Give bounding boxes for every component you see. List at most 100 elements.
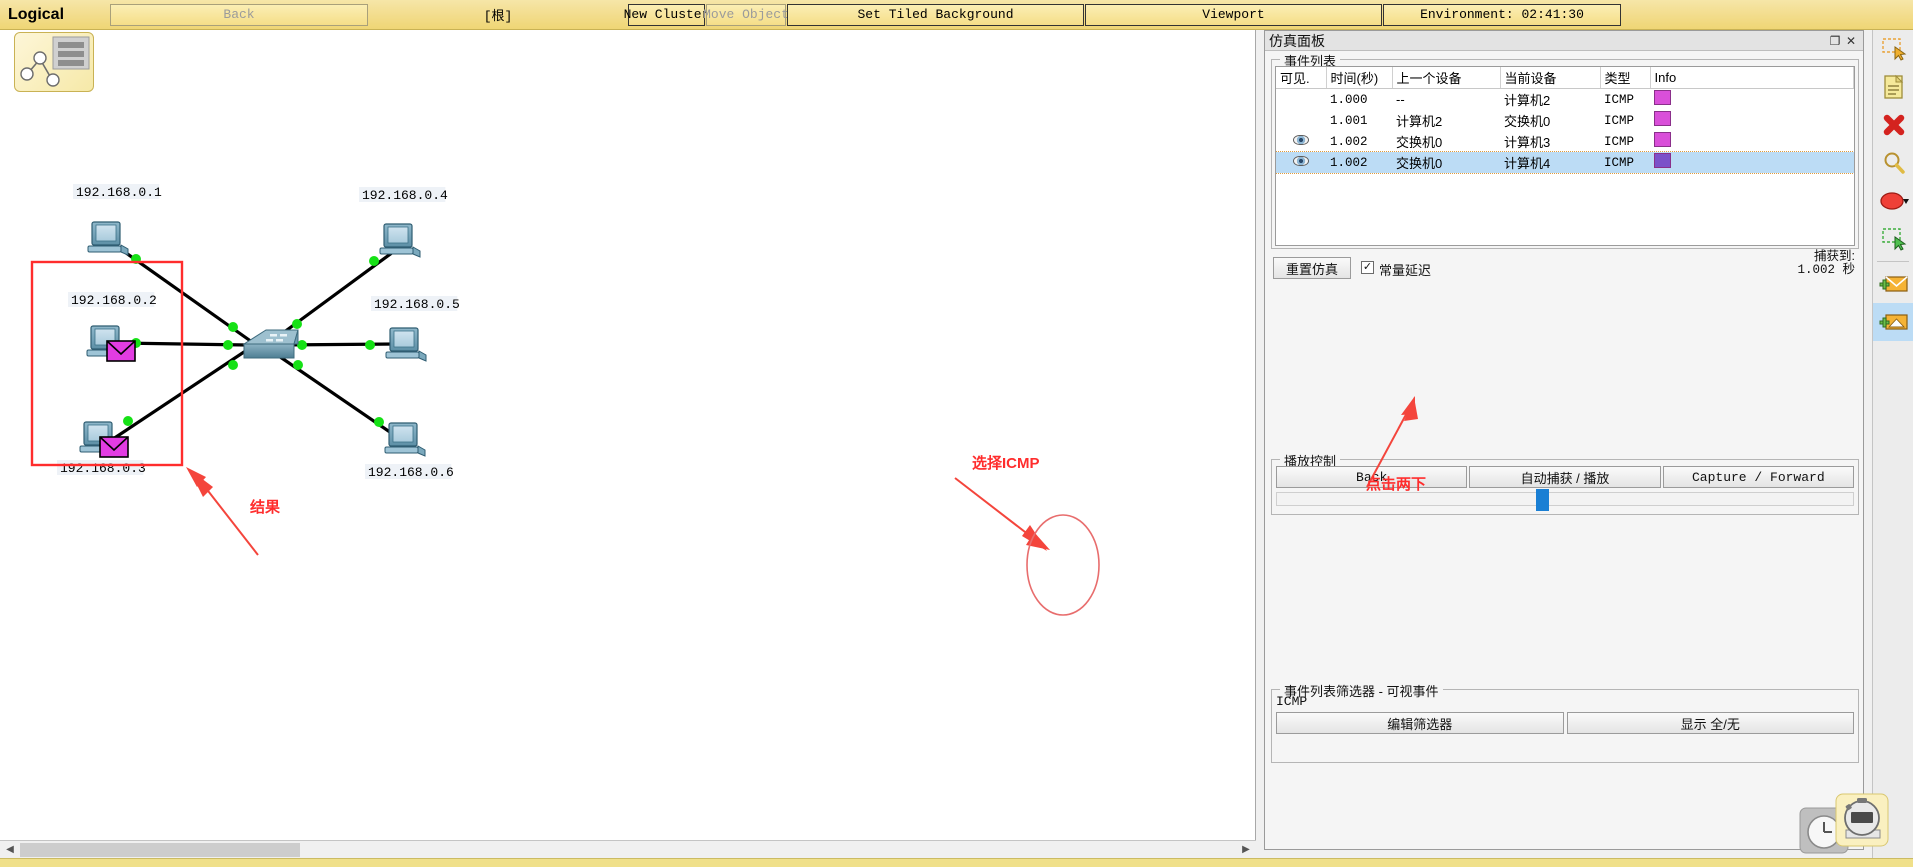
- simple-pdu-icon[interactable]: [1873, 265, 1913, 303]
- scroll-left-arrow[interactable]: ◀: [0, 840, 20, 859]
- device-ip-label: 192.168.0.3: [60, 461, 146, 476]
- pdu-envelope-icon: [99, 436, 129, 458]
- inspect-zoom-icon[interactable]: [1873, 144, 1913, 182]
- event-column-header[interactable]: Info: [1650, 67, 1854, 89]
- workspace-horizontal-scrollbar[interactable]: ◀ ▶: [0, 840, 1256, 859]
- event-current-device-cell: 计算机2: [1504, 93, 1551, 108]
- device-pc2[interactable]: [79, 421, 129, 458]
- event-last-device-cell: 交换机0: [1396, 156, 1443, 171]
- select-icon[interactable]: [1873, 30, 1913, 68]
- event-last-device-cell: 计算机2: [1396, 114, 1443, 129]
- event-column-header[interactable]: 可见.: [1276, 67, 1327, 89]
- device-ip-label: 192.168.0.4: [362, 188, 448, 203]
- device-pc5[interactable]: [384, 422, 426, 457]
- reset-row: 重置仿真 ✓ 常量延迟 捕获到: 1.002 秒: [1273, 249, 1857, 283]
- captured-to-label: 捕获到:: [1814, 249, 1855, 263]
- event-info-cell: [1650, 131, 1854, 152]
- device-pc1[interactable]: [86, 325, 136, 362]
- event-type-cell: ICMP: [1604, 134, 1635, 149]
- event-list-group: 事件列表 可见. 时间(秒) 上一个设备 当前设备 类型 Info 1.000 -- 计算机2…: [1271, 51, 1859, 249]
- root-breadcrumb[interactable]: [根]: [369, 4, 627, 26]
- event-row[interactable]: 1.001 计算机2 交换机0 ICMP: [1276, 110, 1854, 131]
- move-object-button[interactable]: Move Object: [703, 3, 789, 26]
- event-current-device-cell: 计算机3: [1504, 135, 1551, 150]
- event-row[interactable]: 1.000 -- 计算机2 ICMP: [1276, 89, 1854, 111]
- event-info-cell: [1650, 152, 1854, 173]
- inspect-note-icon[interactable]: [1873, 68, 1913, 106]
- set-tiled-background-button[interactable]: Set Tiled Background: [787, 3, 1084, 26]
- event-row[interactable]: 1.002 交换机0 计算机3 ICMP: [1276, 131, 1854, 152]
- event-color-swatch: [1654, 90, 1671, 105]
- event-type-cell: ICMP: [1604, 113, 1635, 128]
- device-pc0[interactable]: [87, 221, 129, 256]
- event-current-device-cell: 计算机4: [1504, 156, 1551, 171]
- simulation-panel-titlebar: 仿真面板 ❐ ✕: [1265, 31, 1863, 51]
- eye-icon: [1293, 155, 1309, 166]
- simulation-panel: 仿真面板 ❐ ✕ 事件列表 可见. 时间(秒) 上一个设备 当前设备 类型 Info 1.…: [1264, 30, 1864, 850]
- restore-icon[interactable]: ❐: [1827, 33, 1843, 49]
- close-icon[interactable]: ✕: [1843, 33, 1859, 49]
- right-tool-strip: [1872, 30, 1913, 867]
- event-visible-cell[interactable]: [1276, 131, 1326, 152]
- event-list-table[interactable]: 可见. 时间(秒) 上一个设备 当前设备 类型 Info 1.000 -- 计算机2 ICMP 1…: [1275, 66, 1855, 246]
- event-type-cell: ICMP: [1604, 92, 1635, 107]
- delete-icon[interactable]: [1873, 106, 1913, 144]
- capture-forward-button[interactable]: Capture / Forward: [1662, 466, 1854, 488]
- event-visible-cell[interactable]: [1276, 110, 1326, 131]
- top-toolbar: Logical Back [根] New Cluster Move Object…: [0, 0, 1913, 30]
- constant-delay-label: 常量延迟: [1379, 263, 1432, 278]
- horizontal-scroll-thumb[interactable]: [20, 842, 300, 857]
- filter-buttons: 编辑筛选器 显示 全/无: [1276, 712, 1854, 734]
- playback-speed-slider[interactable]: [1276, 489, 1854, 511]
- event-last-device-cell: --: [1396, 92, 1405, 107]
- environment-clock[interactable]: Environment: 02:41:30: [1383, 3, 1621, 26]
- new-cluster-button[interactable]: New Cluster: [624, 3, 709, 26]
- event-type-cell: ICMP: [1604, 155, 1635, 170]
- back-button[interactable]: Back: [110, 3, 368, 26]
- logical-workspace[interactable]: 192.168.0.1 192.168.0.2 192.168.0.3 192.168…: [0, 30, 1256, 840]
- event-info-cell: [1650, 89, 1854, 111]
- resize-shape-icon[interactable]: [1873, 182, 1913, 220]
- playback-control-group: 播放控制 Back 自动捕获 / 播放 Capture / Forward: [1271, 451, 1859, 515]
- playback-back-button[interactable]: Back: [1276, 466, 1468, 488]
- event-list-header-row: 可见. 时间(秒) 上一个设备 当前设备 类型 Info: [1276, 67, 1854, 89]
- event-row[interactable]: 1.002 交换机0 计算机4 ICMP: [1276, 151, 1854, 174]
- event-visible-cell[interactable]: [1276, 89, 1326, 111]
- device-pc4[interactable]: [385, 327, 427, 362]
- edit-filters-button[interactable]: 编辑筛选器: [1276, 712, 1564, 734]
- show-all-none-button[interactable]: 显示 全/无: [1566, 712, 1854, 734]
- event-column-header[interactable]: 上一个设备: [1392, 67, 1501, 89]
- event-time-cell: 1.002: [1330, 134, 1368, 149]
- event-filter-group: 事件列表筛选器 - 可视事件 ICMP 编辑筛选器 显示 全/无: [1271, 681, 1859, 763]
- event-column-header[interactable]: 当前设备: [1500, 67, 1601, 89]
- scroll-right-arrow[interactable]: ▶: [1236, 840, 1256, 859]
- event-visible-cell[interactable]: [1276, 152, 1326, 173]
- device-ip-label: 192.168.0.2: [71, 293, 157, 308]
- network-topology[interactable]: 192.168.0.1 192.168.0.2 192.168.0.3 192.168…: [0, 30, 1256, 840]
- event-column-header[interactable]: 类型: [1600, 67, 1651, 89]
- complex-pdu-icon[interactable]: [1873, 303, 1913, 341]
- playback-slider-thumb[interactable]: [1535, 489, 1549, 511]
- constant-delay-checkbox[interactable]: ✓: [1361, 261, 1374, 274]
- event-color-swatch: [1654, 111, 1671, 126]
- auto-capture-play-button[interactable]: 自动捕获 / 播放: [1469, 466, 1661, 488]
- captured-to-value: 1.002 秒: [1797, 263, 1855, 278]
- event-info-cell: [1650, 110, 1854, 131]
- event-color-swatch: [1654, 153, 1671, 168]
- event-column-header[interactable]: 时间(秒): [1326, 67, 1393, 89]
- event-current-device-cell: 交换机0: [1504, 114, 1551, 129]
- tool-divider: [1877, 261, 1909, 262]
- viewport-button[interactable]: Viewport: [1085, 3, 1382, 26]
- playback-buttons: Back 自动捕获 / 播放 Capture / Forward: [1276, 466, 1854, 488]
- device-pc3[interactable]: [379, 223, 421, 258]
- event-last-device-cell: 交换机0: [1396, 135, 1443, 150]
- event-color-swatch: [1654, 132, 1671, 147]
- device-ip-label: 192.168.0.1: [76, 185, 162, 200]
- bottom-status-strip: [0, 858, 1913, 867]
- simulation-panel-title: 仿真面板: [1269, 32, 1325, 49]
- mode-switch-icons: [1798, 786, 1908, 856]
- event-time-cell: 1.002: [1330, 155, 1368, 170]
- reset-simulation-button[interactable]: 重置仿真: [1273, 257, 1351, 279]
- place-note-icon[interactable]: [1873, 220, 1913, 258]
- event-list-body[interactable]: 1.000 -- 计算机2 ICMP 1.001 计算机2 交换机0 ICMP 1.002 交换机…: [1276, 89, 1854, 174]
